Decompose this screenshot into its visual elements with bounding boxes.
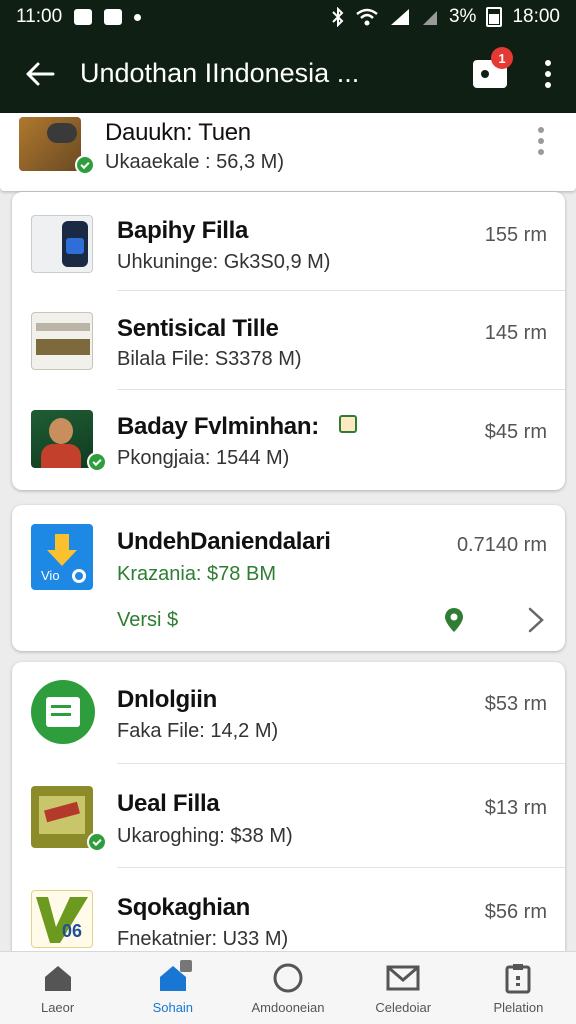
more-icon-dot	[538, 138, 544, 144]
notification-badge: 1	[491, 47, 513, 69]
item-title: Sentisical Tille	[117, 315, 279, 342]
more-icon-dot	[538, 127, 544, 133]
item-title: Sqokaghian	[117, 894, 251, 921]
status-clock-right: 18:00	[512, 6, 560, 27]
bench-icon	[31, 312, 93, 370]
circle-icon	[273, 963, 303, 992]
mail-notification-icon	[104, 9, 123, 25]
item-meta: 155 rm	[484, 224, 547, 246]
item-meta: $56 rm	[484, 901, 547, 923]
nav-item-laeor[interactable]: Laeor	[0, 952, 115, 1024]
overflow-menu-button[interactable]	[520, 34, 576, 113]
file-group-1: Bapihy Filla Uhkuninge: Gk3S0,9 M) 155 r…	[12, 192, 565, 490]
nav-item-amdooneian[interactable]: Amdooneian	[230, 952, 345, 1024]
list-item[interactable]: Dnlolgiin Faka File: 14,2 M) $53 rm	[12, 662, 565, 763]
more-icon-dot	[545, 81, 551, 88]
back-button[interactable]	[0, 34, 80, 113]
item-title: Ueal Filla	[117, 790, 220, 817]
page-title: Undothan IIndonesia ...	[80, 58, 360, 88]
status-bar: 11:00 3% 18:00	[0, 0, 576, 34]
more-notifications-icon	[134, 13, 142, 21]
nav-label: Sohain	[152, 999, 194, 1015]
item-subtitle: Uhkuninge: Gk3S0,9 M)	[117, 251, 331, 273]
nav-item-sohain[interactable]: Sohain	[115, 952, 230, 1024]
item-subtitle: Ukaaekale : 56,3 M)	[105, 151, 284, 173]
app-tag-icon	[339, 415, 357, 433]
clipboard-icon	[505, 963, 531, 993]
more-icon-dot	[538, 149, 544, 155]
ring-icon	[72, 569, 86, 583]
app-bar: Undothan IIndonesia ... 1	[0, 34, 576, 113]
water-bottle-icon	[31, 215, 93, 273]
nav-badge-icon	[179, 959, 192, 972]
signal-icon	[390, 9, 409, 25]
nav-label: Amdooneian	[251, 999, 325, 1015]
notifications-button[interactable]: 1	[460, 34, 520, 113]
featured-app-icon: Vio	[31, 524, 93, 590]
v-logo-icon: 06	[31, 890, 93, 948]
item-meta: $13 rm	[484, 797, 547, 819]
list-item[interactable]: Baday Fvlminhan: Pkongjaia: 1544 M) $45 …	[12, 390, 565, 490]
installed-check-icon	[75, 155, 95, 175]
wifi-icon	[356, 8, 378, 26]
signal-secondary-icon	[422, 11, 437, 25]
item-title: Baday Fvlminhan:	[117, 413, 319, 440]
document-icon	[31, 680, 95, 744]
person-photo-icon	[31, 410, 93, 468]
list-item[interactable]: Bapihy Filla Uhkuninge: Gk3S0,9 M) 155 r…	[12, 192, 565, 290]
more-icon-dot	[545, 59, 551, 66]
featured-app-card[interactable]: Vio UndehDaniendalari Krazania: $78 BM 0…	[12, 505, 565, 651]
nav-label: Laeor	[40, 999, 75, 1015]
item-overflow-button[interactable]	[538, 127, 544, 155]
item-meta: $45 rm	[484, 421, 547, 443]
notification-app-icon	[74, 9, 93, 25]
featured-icon-text: Vio	[41, 568, 60, 583]
battery-icon	[486, 7, 503, 27]
item-thumbnail	[19, 117, 81, 171]
home-outline-icon	[44, 965, 71, 991]
nav-label: Celedoiar	[375, 999, 432, 1015]
installed-check-icon	[87, 452, 107, 472]
chevron-right-icon[interactable]	[527, 606, 545, 634]
list-item[interactable]: Ueal Filla Ukaroghing: $38 M) $13 rm	[12, 764, 565, 867]
file-group-2: Dnlolgiin Faka File: 14,2 M) $53 rm Ueal…	[12, 662, 565, 962]
item-subtitle: Faka File: 14,2 M)	[117, 720, 279, 742]
more-icon-dot	[545, 70, 551, 77]
list-item[interactable]: Sentisical Tille Bilala File: S3378 M) 1…	[12, 291, 565, 389]
nav-item-celedoiar[interactable]: Celedoiar	[346, 952, 461, 1024]
list-item[interactable]: 06 Sqokaghian Fnekatnier: U33 M) $56 rm	[12, 868, 565, 962]
back-arrow-icon	[26, 62, 55, 85]
item-meta: $53 rm	[484, 693, 547, 715]
flag-icon	[31, 786, 93, 848]
nav-item-plelation[interactable]: Plelation	[461, 952, 576, 1024]
nav-label: Plelation	[493, 999, 544, 1015]
item-subtitle: Fnekatnier: U33 M)	[117, 928, 289, 950]
top-list-item[interactable]: Dauukn: Tuen Ukaaekale : 56,3 M)	[0, 113, 576, 191]
mail-icon	[386, 965, 420, 990]
featured-meta: 0.7140 rm	[456, 534, 547, 556]
bluetooth-icon	[332, 7, 344, 27]
item-title: Bapihy Filla	[117, 217, 249, 244]
bottom-navigation: Laeor Sohain Amdooneian Celedoiar Plelat…	[0, 951, 576, 1024]
location-pin-icon[interactable]	[444, 607, 464, 633]
item-title: Dnlolgiin	[117, 686, 217, 713]
version-label: Versi $	[117, 609, 179, 631]
installed-check-icon	[87, 832, 107, 852]
item-subtitle: Pkongjaia: 1544 M)	[117, 447, 290, 469]
item-subtitle: Bilala File: S3378 M)	[117, 348, 302, 370]
item-title: Dauukn: Tuen	[105, 119, 251, 146]
v-logo-text: 06	[62, 921, 83, 941]
featured-subtitle: Krazania: $78 BM	[117, 563, 276, 585]
featured-title: UndehDaniendalari	[117, 528, 331, 555]
status-time: 11:00	[16, 6, 63, 27]
item-subtitle: Ukaroghing: $38 M)	[117, 825, 293, 847]
item-meta: 145 rm	[484, 322, 547, 344]
battery-percent: 3%	[448, 6, 477, 27]
